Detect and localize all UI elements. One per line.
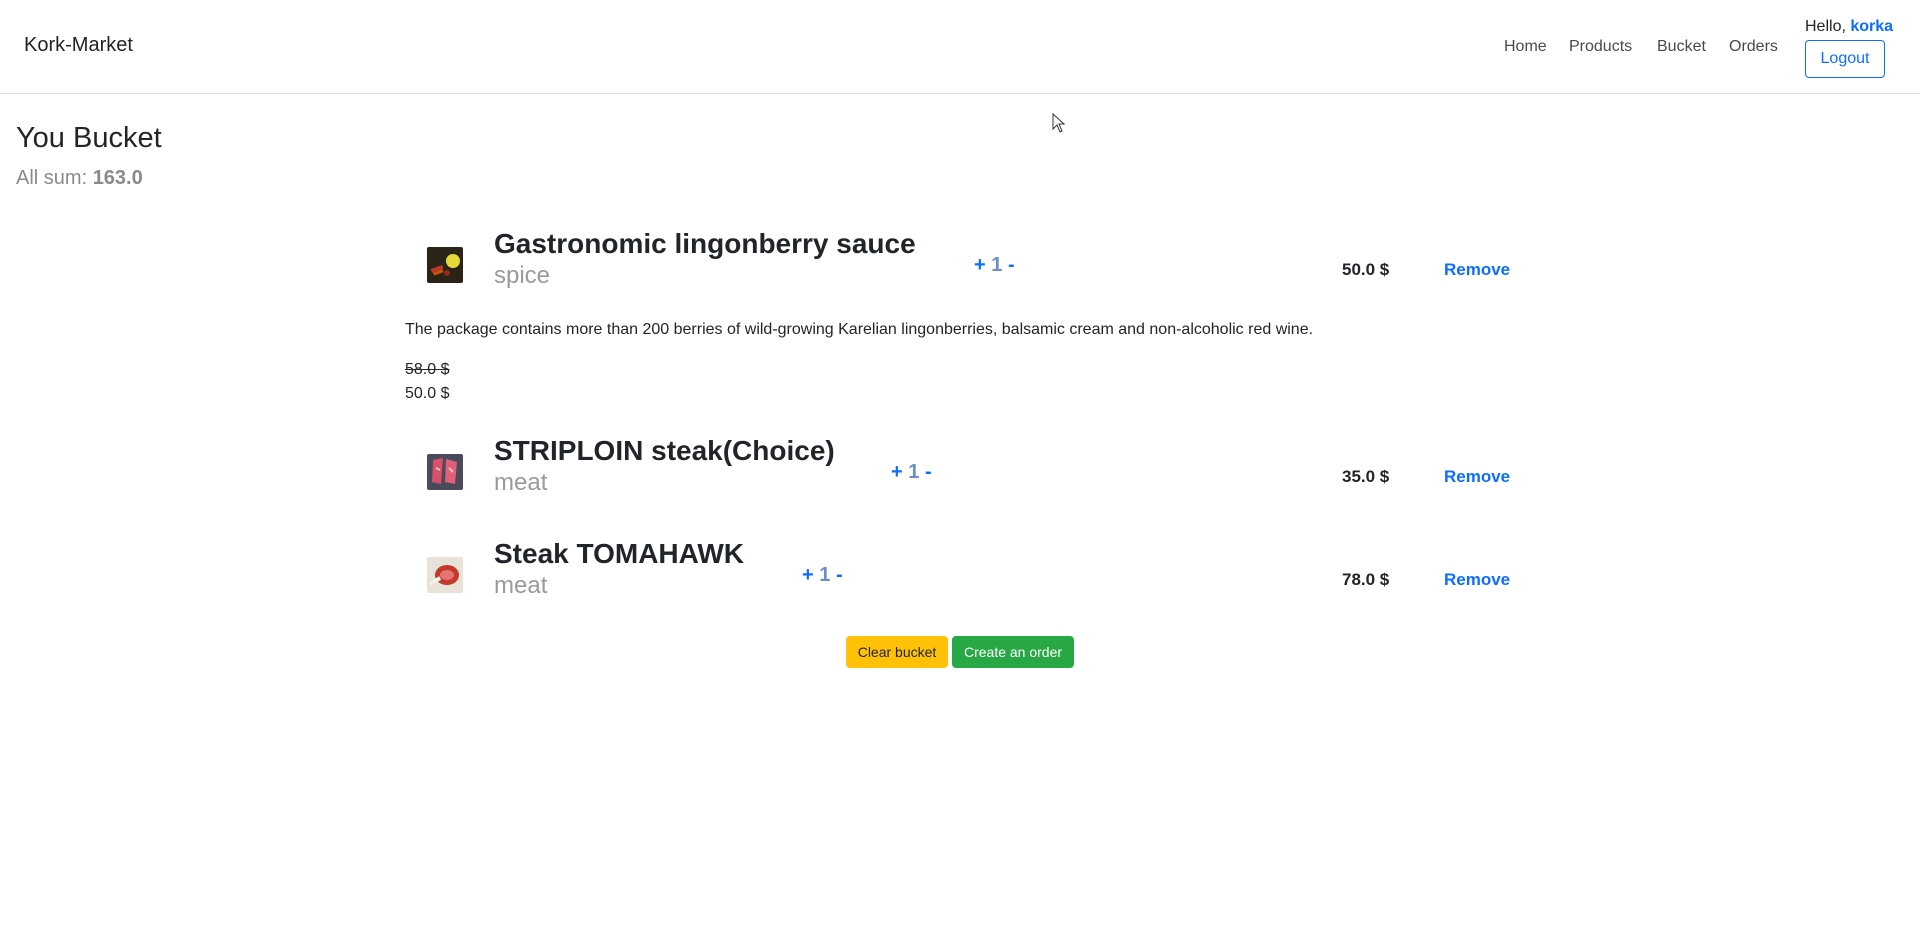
product-name[interactable]: Steak TOMAHAWK xyxy=(494,538,744,570)
qty-plus-button[interactable]: + xyxy=(802,564,814,587)
qty-value: 1 xyxy=(908,461,920,483)
new-price: 50.0 $ xyxy=(405,385,450,402)
nav-products-link[interactable]: Products xyxy=(1569,38,1632,56)
qty-plus-button[interactable]: + xyxy=(891,461,903,484)
product-name[interactable]: STRIPLOIN steak(Choice) xyxy=(494,435,835,467)
qty-minus-button[interactable]: - xyxy=(1008,254,1015,277)
steak-image-icon xyxy=(427,454,463,490)
product-category: meat xyxy=(494,469,548,496)
item-price: 50.0 $ xyxy=(1342,260,1390,279)
qty-minus-button[interactable]: - xyxy=(836,564,843,587)
clear-bucket-button[interactable]: Clear bucket xyxy=(846,636,948,668)
old-price: 58.0 $ xyxy=(405,361,450,378)
greeting: Hello, korka xyxy=(1805,18,1893,36)
bucket-sum: All sum: 163.0 xyxy=(16,167,143,190)
navbar: Kork-Market Home Products Bucket Orders … xyxy=(0,0,1920,94)
qty-value: 1 xyxy=(819,564,831,586)
nav-home-link[interactable]: Home xyxy=(1504,38,1547,56)
mouse-cursor-icon xyxy=(1052,113,1066,133)
brand-link[interactable]: Kork-Market xyxy=(24,34,133,57)
username-link[interactable]: korka xyxy=(1850,18,1893,35)
product-description: The package contains more than 200 berri… xyxy=(405,321,1314,338)
quantity-stepper: + 1 - xyxy=(891,461,932,484)
tomahawk-image-icon xyxy=(427,557,463,593)
nav-orders-link[interactable]: Orders xyxy=(1729,38,1778,56)
product-name[interactable]: Gastronomic lingonberry sauce xyxy=(494,228,916,260)
quantity-stepper: + 1 - xyxy=(802,564,843,587)
nav-bucket-link[interactable]: Bucket xyxy=(1657,38,1706,56)
logout-button[interactable]: Logout xyxy=(1805,40,1885,78)
quantity-stepper: + 1 - xyxy=(974,254,1015,277)
remove-button[interactable]: Remove xyxy=(1444,467,1510,487)
create-order-button[interactable]: Create an order xyxy=(952,636,1074,668)
remove-button[interactable]: Remove xyxy=(1444,260,1510,280)
sauce-image-icon xyxy=(427,247,463,283)
sum-value: 163.0 xyxy=(92,167,143,189)
qty-minus-button[interactable]: - xyxy=(925,461,932,484)
item-price: 35.0 $ xyxy=(1342,467,1390,486)
greeting-prefix: Hello, xyxy=(1805,18,1846,35)
page-title: You Bucket xyxy=(16,122,162,154)
product-category: spice xyxy=(494,262,551,289)
qty-value: 1 xyxy=(991,254,1003,276)
item-price: 78.0 $ xyxy=(1342,570,1390,589)
sum-label: All sum: xyxy=(16,167,88,189)
remove-button[interactable]: Remove xyxy=(1444,570,1510,590)
product-category: meat xyxy=(494,572,548,599)
qty-plus-button[interactable]: + xyxy=(974,254,986,277)
